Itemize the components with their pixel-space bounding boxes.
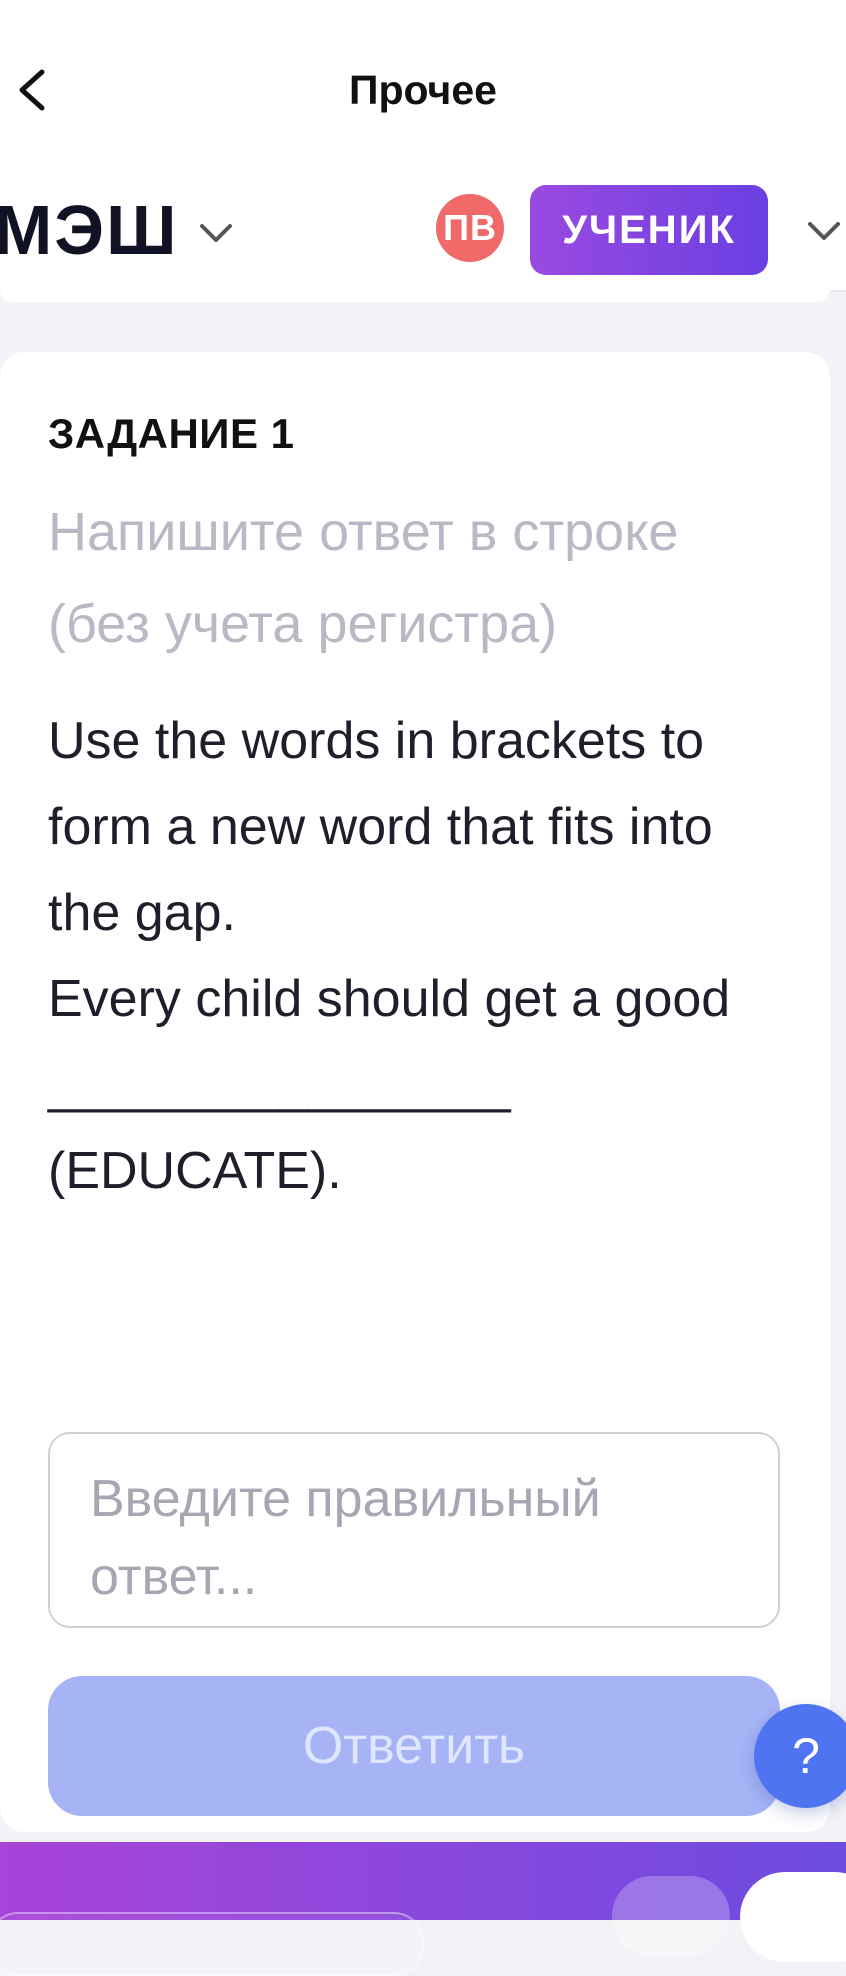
user-avatar[interactable]: ПВ — [436, 194, 504, 262]
page-title: Прочее — [349, 67, 497, 113]
bottom-bar-primary-button[interactable] — [740, 1872, 846, 1962]
chevron-down-icon — [200, 224, 232, 242]
bottom-bar-secondary-button[interactable] — [612, 1876, 730, 1956]
question-mark-icon: ? — [792, 1728, 820, 1784]
chevron-down-icon — [808, 222, 840, 240]
task-text: Use the words in brackets to form a new … — [48, 712, 731, 1200]
bottom-bar-left-button[interactable] — [0, 1912, 424, 1976]
top-navigation-bar: Прочее — [0, 0, 846, 170]
task-instruction: Напишите ответ в строке (без учета регис… — [48, 502, 679, 654]
previous-card-edge — [0, 290, 830, 302]
role-badge[interactable]: УЧЕНИК — [530, 185, 768, 275]
task-number: ЗАДАНИЕ 1 — [48, 410, 295, 457]
answer-input[interactable] — [48, 1432, 780, 1628]
role-dropdown-button[interactable] — [800, 206, 846, 254]
submit-answer-button[interactable]: Ответить — [48, 1676, 780, 1816]
brand-logo: МЭШ — [0, 191, 179, 269]
brand-dropdown-button[interactable] — [192, 208, 240, 256]
